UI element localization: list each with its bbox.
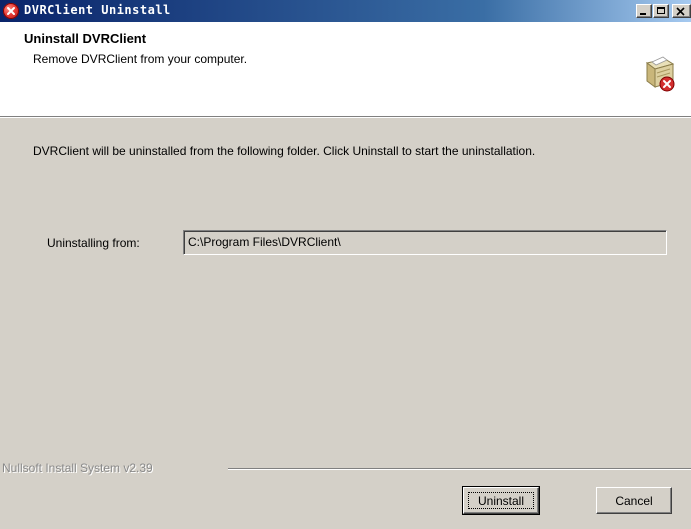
minimize-button[interactable] <box>636 4 652 18</box>
maximize-button[interactable] <box>653 4 669 18</box>
page-subtitle: Remove DVRClient from your computer. <box>33 52 248 66</box>
minimize-icon <box>640 13 646 15</box>
footer-divider <box>228 468 691 470</box>
uninstall-description: DVRClient will be uninstalled from the f… <box>33 144 536 158</box>
nsis-branding: Nullsoft Install System v2.39 <box>2 461 153 475</box>
page-title: Uninstall DVRClient <box>24 31 147 46</box>
maximize-icon <box>657 7 665 14</box>
header-divider <box>0 116 691 118</box>
uninstall-window: DVRClient Uninstall Uninstall DVRClient … <box>0 0 691 529</box>
cancel-button-label: Cancel <box>615 493 653 508</box>
error-x-icon <box>3 3 19 19</box>
window-title: DVRClient Uninstall <box>24 3 171 17</box>
uninstall-from-label: Uninstalling from: <box>47 236 140 250</box>
cancel-button[interactable]: Cancel <box>596 487 672 514</box>
uninstall-button-label: Uninstall <box>477 493 525 508</box>
uninstall-button[interactable]: Uninstall <box>462 486 540 515</box>
close-button[interactable] <box>672 4 691 18</box>
uninstall-box-icon <box>643 55 677 93</box>
uninstall-path-field[interactable]: C:\Program Files\DVRClient\ <box>183 230 667 255</box>
title-bar[interactable]: DVRClient Uninstall <box>0 0 691 22</box>
close-icon <box>676 7 685 16</box>
